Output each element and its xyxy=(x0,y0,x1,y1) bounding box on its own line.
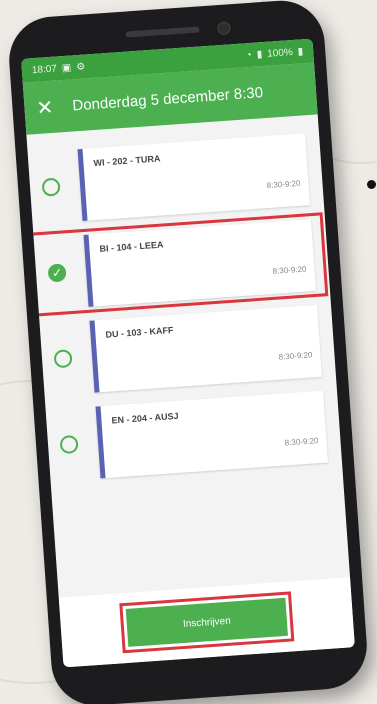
phone-camera xyxy=(216,21,231,36)
phone-device: 18:07 ▣ ⚙ ◔ ▮ 100% ▮ ✕ Donderdag 5 decem… xyxy=(6,0,370,704)
wifi-icon: ◔ xyxy=(245,49,253,61)
option-card[interactable]: EN - 204 - AUSJ 8:30-9:20 xyxy=(95,390,328,479)
page-title: Donderdag 5 december 8:30 xyxy=(71,83,264,114)
option-title: WI - 202 - TURA xyxy=(93,153,161,169)
radio-button-checked[interactable]: ✓ xyxy=(47,263,67,283)
list-item[interactable]: DU - 103 - KAFF 8:30-9:20 xyxy=(40,304,328,396)
option-card[interactable]: DU - 103 - KAFF 8:30-9:20 xyxy=(89,304,322,393)
status-time: 18:07 xyxy=(31,62,58,76)
submit-button[interactable]: Inschrijven xyxy=(119,590,295,655)
list-item[interactable]: ✓ BI - 104 - LEEA 8:30-9:20 xyxy=(29,212,329,317)
photo-scene: 18:07 ▣ ⚙ ◔ ▮ 100% ▮ ✕ Donderdag 5 decem… xyxy=(0,0,377,704)
settings-icon: ⚙ xyxy=(75,60,86,73)
option-time: 8:30-9:20 xyxy=(278,350,313,362)
option-card[interactable]: BI - 104 - LEEA 8:30-9:20 xyxy=(83,219,316,307)
option-list: WI - 202 - TURA 8:30-9:20 ✓ BI - 104 - L… xyxy=(26,114,342,482)
option-title: EN - 204 - AUSJ xyxy=(111,410,179,426)
message-icon: ▣ xyxy=(61,61,72,74)
option-title: BI - 104 - LEEA xyxy=(99,239,164,254)
bullet-dot xyxy=(367,180,376,189)
option-time: 8:30-9:20 xyxy=(266,178,301,191)
option-time: 8:30-9:20 xyxy=(272,264,307,276)
option-time: 8:30-9:20 xyxy=(284,436,319,448)
radio-button[interactable] xyxy=(53,349,73,369)
option-card[interactable]: WI - 202 - TURA 8:30-9:20 xyxy=(77,133,310,222)
list-item[interactable]: EN - 204 - AUSJ 8:30-9:20 xyxy=(46,390,334,482)
radio-button[interactable] xyxy=(41,177,61,197)
list-item[interactable]: WI - 202 - TURA 8:30-9:20 xyxy=(28,133,316,225)
check-icon: ✓ xyxy=(51,265,63,281)
footer: Inschrijven xyxy=(58,577,355,668)
battery-icon: ▮ xyxy=(297,45,304,58)
battery-label: 100% xyxy=(266,46,294,60)
close-icon[interactable]: ✕ xyxy=(36,94,64,121)
phone-speaker xyxy=(125,26,200,38)
radio-button[interactable] xyxy=(59,434,79,455)
signal-icon: ▮ xyxy=(256,48,263,60)
phone-screen: 18:07 ▣ ⚙ ◔ ▮ 100% ▮ ✕ Donderdag 5 decem… xyxy=(21,38,355,668)
option-title: DU - 103 - KAFF xyxy=(105,324,174,340)
